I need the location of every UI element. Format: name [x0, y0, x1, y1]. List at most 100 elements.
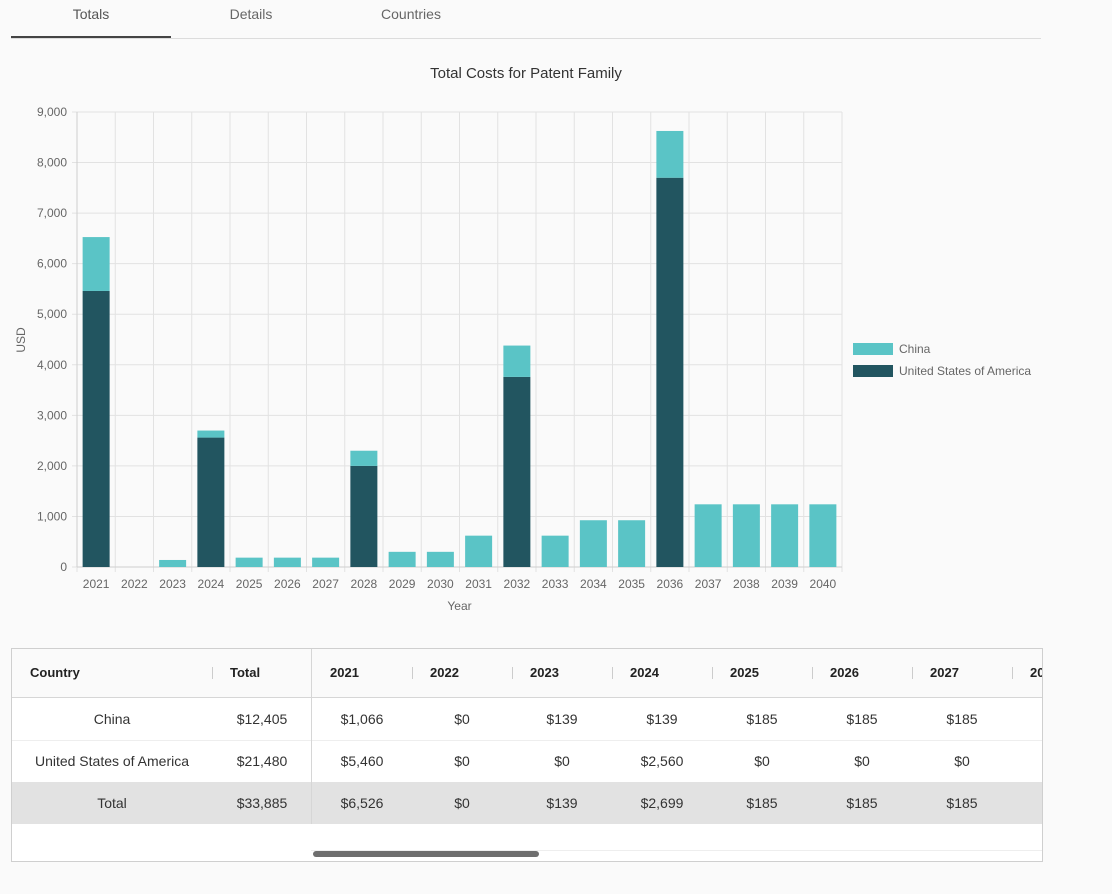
y-tick-label: 1,000 [37, 509, 67, 523]
y-tick-label: 2,000 [37, 459, 67, 473]
x-tick-label: 2029 [389, 577, 416, 591]
chart-title: Total Costs for Patent Family [430, 65, 622, 82]
horizontal-scrollbar-thumb[interactable] [313, 851, 539, 857]
legend-label: United States of America [899, 364, 1031, 378]
bar-china-2033 [541, 535, 569, 567]
bar-china-2039 [771, 504, 799, 567]
y-axis-title: USD [14, 327, 28, 353]
bar-china-2037 [694, 504, 722, 567]
bar-china-2040 [809, 504, 837, 567]
cell-value: $0 [454, 753, 470, 769]
x-tick-label: 2035 [618, 577, 645, 591]
cell-country: United States of America [34, 753, 190, 769]
tab-bar: Totals Details Countries [11, 0, 1041, 39]
legend-label: China [899, 342, 931, 356]
y-tick-label: 8,000 [37, 156, 67, 170]
x-tick-label: 2028 [351, 577, 378, 591]
cell-value: $185 [746, 795, 778, 811]
cost-chart: Total Costs for Patent Family 0 1,000 2,000… [14, 65, 1031, 613]
header-year-2026[interactable]: 2026 [812, 649, 912, 697]
bar-china-2027 [312, 557, 340, 567]
x-axis-title: Year [447, 599, 471, 613]
header-year-2024[interactable]: 2024 [612, 649, 712, 697]
pinned-column-divider [311, 649, 312, 824]
bar-china-2031 [465, 535, 493, 567]
x-tick-label: 2031 [465, 577, 492, 591]
header-year-2028-partial[interactable]: 20 [1012, 649, 1042, 697]
bar-united-states-of-america-2028 [350, 465, 378, 567]
x-tick-label: 2032 [504, 577, 531, 591]
bar-china-2034 [579, 520, 607, 567]
x-tick-label: 2025 [236, 577, 263, 591]
x-tick-label: 2039 [771, 577, 798, 591]
x-tick-label: 2038 [733, 577, 760, 591]
active-tab-indicator [11, 36, 171, 38]
cell-value: $185 [946, 795, 978, 811]
y-tick-label: 9,000 [37, 105, 67, 119]
bar-china-2028 [350, 450, 378, 466]
bar-china-2038 [732, 504, 760, 567]
table-row: China $12,405 $1,066 $0 $139 $139 $185 $… [12, 698, 1042, 741]
cell-value: $185 [946, 711, 978, 727]
table-total-row: Total $33,885 $6,526 $0 $139 $2,699 $185… [12, 782, 1042, 824]
bar-china-2026 [273, 557, 301, 567]
header-total[interactable]: Total [212, 649, 312, 697]
tab-details[interactable]: Details [171, 0, 331, 38]
header-country[interactable]: Country [12, 649, 212, 697]
cell-total: $33,885 [236, 795, 288, 811]
bar-china-2030 [426, 551, 454, 567]
x-tick-label: 2023 [159, 577, 186, 591]
bar-china-2032 [503, 345, 531, 377]
y-tick-label: 0 [60, 560, 67, 574]
cell-country: Total [97, 795, 127, 811]
bar-united-states-of-america-2024 [197, 437, 225, 567]
cell-value: $185 [846, 711, 878, 727]
cell-value: $6,526 [340, 795, 384, 811]
header-year-2021[interactable]: 2021 [312, 649, 412, 697]
cell-value: $1,066 [340, 711, 384, 727]
header-year-2025[interactable]: 2025 [712, 649, 812, 697]
y-tick-label: 4,000 [37, 358, 67, 372]
bar-china-2023 [159, 559, 187, 567]
cell-value: $0 [754, 753, 770, 769]
x-tick-label: 2021 [83, 577, 110, 591]
legend-swatch-china [853, 343, 893, 355]
tab-totals[interactable]: Totals [11, 0, 171, 38]
legend-swatch-united-states-of-america [853, 365, 893, 377]
x-tick-label: 2033 [542, 577, 569, 591]
cost-table: Country Total 2021 2022 2023 2024 2025 2… [11, 648, 1043, 862]
x-tick-label: 2027 [312, 577, 339, 591]
cell-value: $185 [846, 795, 878, 811]
cell-value: $5,460 [340, 753, 384, 769]
cell-value: $2,699 [640, 795, 684, 811]
cell-value: $0 [854, 753, 870, 769]
bar-china-2035 [618, 520, 646, 567]
x-tick-label: 2036 [657, 577, 684, 591]
x-tick-label: 2024 [198, 577, 225, 591]
cell-value: $0 [454, 795, 470, 811]
cell-total: $21,480 [236, 753, 288, 769]
header-year-2022[interactable]: 2022 [412, 649, 512, 697]
y-tick-label: 5,000 [37, 307, 67, 321]
cell-value: $0 [954, 753, 970, 769]
tab-countries[interactable]: Countries [331, 0, 491, 38]
cell-total: $12,405 [236, 711, 288, 727]
y-tick-label: 6,000 [37, 257, 67, 271]
cell-country: China [93, 711, 131, 727]
bar-china-2021 [82, 237, 110, 291]
y-tick-label: 7,000 [37, 206, 67, 220]
table-header: Country Total 2021 2022 2023 2024 2025 2… [12, 649, 1042, 698]
cell-value: $0 [454, 711, 470, 727]
x-tick-label: 2040 [810, 577, 837, 591]
table-row: United States of America $21,480 $5,460 … [12, 740, 1042, 783]
header-year-2027[interactable]: 2027 [912, 649, 1012, 697]
x-tick-label: 2034 [580, 577, 607, 591]
header-year-2023[interactable]: 2023 [512, 649, 612, 697]
cell-value: $139 [646, 711, 678, 727]
x-tick-label: 2030 [427, 577, 454, 591]
cell-value: $185 [746, 711, 778, 727]
bar-china-2029 [388, 551, 416, 567]
cell-value: $0 [554, 753, 570, 769]
x-tick-label: 2026 [274, 577, 301, 591]
x-tick-label: 2037 [695, 577, 722, 591]
